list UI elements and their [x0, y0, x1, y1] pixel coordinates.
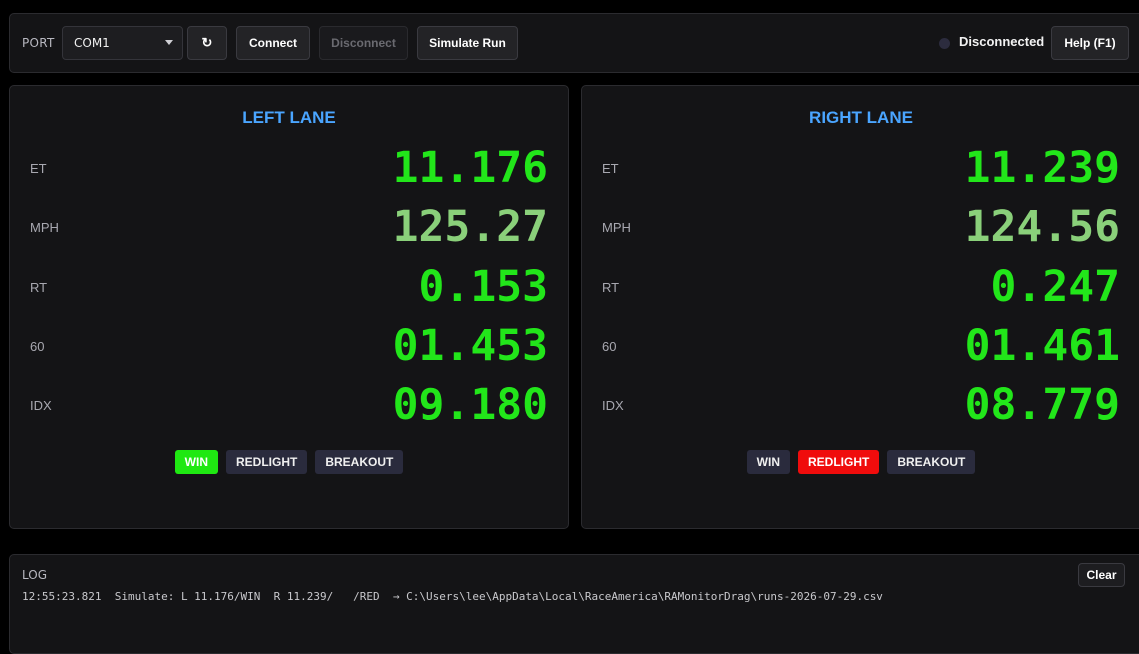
left-idx-label: IDX: [30, 398, 52, 413]
disconnect-button[interactable]: Disconnect: [319, 26, 408, 60]
right-sixty-value: 01.461: [964, 321, 1120, 371]
simulate-run-button[interactable]: Simulate Run: [417, 26, 518, 60]
left-rt-label: RT: [30, 280, 48, 295]
right-rt-label: RT: [602, 280, 620, 295]
left-lane-title: LEFT LANE: [242, 108, 336, 127]
left-breakout-badge: BREAKOUT: [315, 450, 404, 474]
connection-status-dot: [939, 38, 950, 49]
log-entry: 12:55:23.821 Simulate: L 11.176/WIN R 11…: [22, 590, 883, 603]
left-et-label: ET: [30, 161, 47, 176]
left-rt-value: 0.153: [418, 262, 548, 312]
left-lane-panel: LEFT LANE ET 11.176 MPH 125.27 RT 0.153 …: [9, 85, 569, 529]
left-sixty-label: 60: [30, 339, 45, 354]
right-et-value: 11.239: [964, 143, 1120, 193]
left-sixty-value: 01.453: [392, 321, 548, 371]
right-lane-badges: WIN REDLIGHT BREAKOUT: [582, 450, 1139, 474]
port-select-value: COM1: [74, 36, 110, 50]
right-lane-panel: RIGHT LANE ET 11.239 MPH 124.56 RT 0.247…: [581, 85, 1139, 529]
left-redlight-badge: REDLIGHT: [225, 450, 308, 474]
left-win-badge: WIN: [174, 450, 218, 474]
chevron-down-icon: [165, 40, 173, 45]
connect-button[interactable]: Connect: [236, 26, 310, 60]
right-mph-value: 124.56: [964, 202, 1120, 252]
connection-status-text: Disconnected: [959, 34, 1045, 49]
right-breakout-badge: BREAKOUT: [887, 450, 976, 474]
clear-log-button[interactable]: Clear: [1078, 563, 1125, 587]
right-sixty-label: 60: [602, 339, 617, 354]
left-mph-label: MPH: [30, 220, 59, 235]
left-mph-value: 125.27: [392, 202, 548, 252]
right-redlight-badge: REDLIGHT: [797, 450, 880, 474]
help-button[interactable]: Help (F1): [1051, 26, 1129, 60]
refresh-icon: ↻: [201, 35, 213, 50]
left-et-value: 11.176: [392, 143, 548, 193]
right-et-label: ET: [602, 161, 619, 176]
left-lane-badges: WIN REDLIGHT BREAKOUT: [10, 450, 568, 474]
right-mph-label: MPH: [602, 220, 631, 235]
port-select[interactable]: COM1: [62, 26, 183, 60]
log-panel: LOG Clear 12:55:23.821 Simulate: L 11.17…: [9, 554, 1139, 654]
refresh-button[interactable]: ↻: [187, 26, 227, 60]
left-idx-value: 09.180: [392, 380, 548, 430]
port-label: PORT: [22, 36, 55, 50]
right-rt-value: 0.247: [990, 262, 1120, 312]
right-lane-title: RIGHT LANE: [809, 108, 913, 127]
right-idx-label: IDX: [602, 398, 624, 413]
toolbar: PORT COM1 ↻ Connect Disconnect Simulate …: [9, 13, 1139, 73]
right-win-badge: WIN: [746, 450, 790, 474]
log-title: LOG: [22, 568, 48, 582]
right-idx-value: 08.779: [964, 380, 1120, 430]
